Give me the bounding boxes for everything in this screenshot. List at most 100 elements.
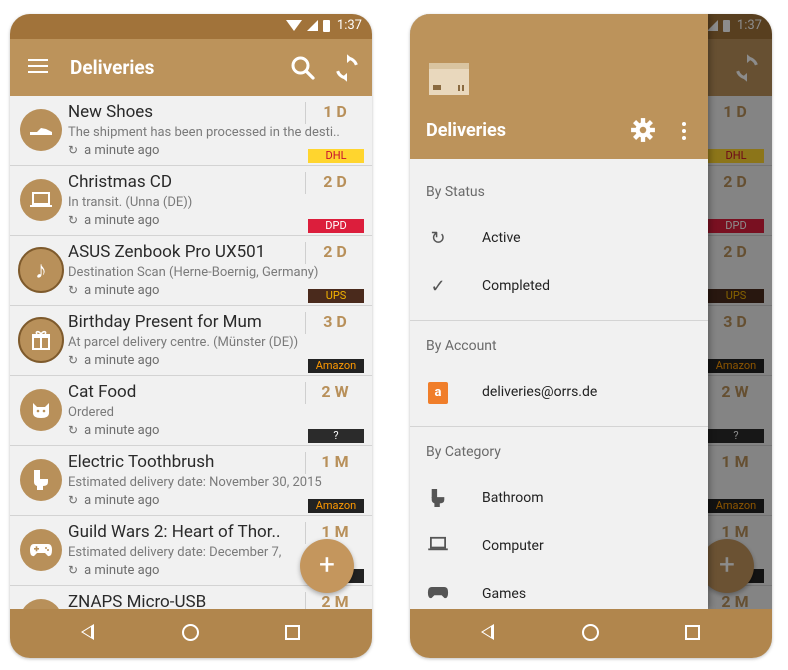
item-status: At parcel delivery centre. (Münster (DE)… (68, 335, 299, 350)
carrier-badge: ? (308, 429, 364, 443)
wifi-icon (285, 20, 302, 31)
cat-icon (20, 389, 62, 431)
menu-icon[interactable] (28, 59, 48, 75)
refresh-icon: ↻ (68, 563, 79, 577)
item-updated: a minute ago (84, 283, 160, 298)
back-icon[interactable] (481, 624, 494, 640)
home-icon[interactable] (182, 624, 199, 641)
item-age: 3 D (323, 312, 347, 331)
music-note-icon: ♪ (18, 247, 64, 293)
sync-icon: ↻ (430, 228, 446, 249)
search-icon[interactable] (288, 53, 318, 83)
drawer-item-account[interactable]: a deliveries@orrs.de (410, 370, 708, 416)
app-title: Deliveries (70, 56, 155, 79)
checkmark-icon: ✓ (430, 276, 446, 297)
refresh-icon: ↻ (68, 493, 79, 507)
item-status: Estimated delivery date: December 7, (68, 545, 282, 560)
app-bar: Deliveries (10, 39, 372, 96)
cable-icon (20, 599, 62, 609)
gamepad-icon (426, 584, 450, 606)
phone-drawer-screen: 1:37 The shipment has been processed in … (410, 14, 772, 658)
toilet-icon (20, 459, 62, 501)
add-delivery-button[interactable]: + (300, 539, 354, 593)
list-item[interactable]: ♪ ASUS Zenbook Pro UX501 Destination Sca… (10, 236, 372, 306)
signal-icon (306, 20, 318, 31)
item-age: 2 D (323, 242, 347, 261)
amazon-icon: a (428, 382, 448, 404)
drawer-item-computer[interactable]: Computer (410, 524, 708, 570)
settings-gear-icon[interactable] (630, 117, 656, 143)
item-title: Birthday Present for Mum (68, 312, 262, 332)
divider (410, 426, 708, 427)
item-status: Destination Scan (Herne-Boernig, Germany… (68, 265, 319, 280)
item-title: ASUS Zenbook Pro UX501 (68, 242, 266, 262)
section-by-category: By Category (426, 444, 501, 460)
item-title: Cat Food (68, 382, 137, 402)
item-status: In transit. (Unna (DE)) (68, 195, 193, 210)
item-updated: a minute ago (84, 213, 160, 228)
item-age: 1 M (321, 452, 349, 471)
item-title: ZNAPS Micro-USB (68, 592, 207, 609)
gift-icon (18, 317, 64, 363)
gamepad-icon (20, 529, 62, 571)
divider (410, 320, 708, 321)
item-title: Electric Toothbrush (68, 452, 215, 472)
carrier-badge: UPS (308, 289, 364, 303)
carrier-badge: Amazon (308, 499, 364, 513)
refresh-icon: ↻ (68, 283, 79, 297)
list-item[interactable]: Birthday Present for Mum At parcel deliv… (10, 306, 372, 376)
toilet-icon (426, 488, 450, 510)
list-item[interactable]: Electric Toothbrush Estimated delivery d… (10, 446, 372, 516)
item-age: 2 M (321, 592, 349, 609)
shoe-icon (20, 109, 62, 151)
list-item[interactable]: Cat Food Ordered ↻ a minute ago 2 W ? (10, 376, 372, 446)
back-icon[interactable] (81, 624, 94, 640)
recents-icon[interactable] (685, 625, 700, 640)
delivery-list: New Shoes The shipment has been processe… (10, 96, 372, 609)
recents-icon[interactable] (285, 625, 300, 640)
item-title: Guild Wars 2: Heart of Thor.. (68, 522, 281, 542)
item-title: New Shoes (68, 102, 154, 122)
drawer-item-games[interactable]: Games (410, 572, 708, 609)
item-age: 2 D (323, 172, 347, 191)
navigation-drawer: Deliveries By Status ↻ Active ✓ Complete… (410, 14, 708, 609)
status-time: 1:37 (336, 18, 362, 33)
refresh-icon: ↻ (68, 423, 79, 437)
item-updated: a minute ago (84, 143, 160, 158)
refresh-icon: ↻ (68, 353, 79, 367)
item-age: 2 W (321, 382, 349, 401)
item-age: 1 M (321, 522, 349, 541)
drawer-item-completed[interactable]: ✓ Completed (410, 264, 708, 310)
battery-icon (322, 19, 330, 32)
item-updated: a minute ago (84, 563, 160, 578)
refresh-icon: ↻ (68, 143, 79, 157)
overflow-menu-icon[interactable] (682, 122, 686, 140)
item-updated: a minute ago (84, 423, 160, 438)
carrier-badge: DPD (308, 219, 364, 233)
section-by-account: By Account (426, 338, 497, 354)
sync-icon[interactable] (332, 53, 362, 83)
item-updated: a minute ago (84, 353, 160, 368)
laptop-icon (426, 536, 450, 558)
section-by-status: By Status (426, 184, 485, 200)
home-icon[interactable] (582, 624, 599, 641)
laptop-icon (20, 179, 62, 221)
drawer-header: Deliveries (410, 14, 708, 159)
list-item[interactable]: Christmas CD In transit. (Unna (DE)) ↻ a … (10, 166, 372, 236)
drawer-item-active[interactable]: ↻ Active (410, 216, 708, 262)
navigation-bar (10, 609, 372, 658)
carrier-badge: DHL (308, 149, 364, 163)
item-age: 1 D (323, 102, 347, 121)
item-status: The shipment has been processed in the d… (68, 125, 340, 140)
status-bar: 1:37 (10, 14, 372, 39)
package-icon (429, 63, 469, 95)
drawer-item-bathroom[interactable]: Bathroom (410, 476, 708, 522)
item-status: Ordered (68, 405, 114, 420)
item-status: Estimated delivery date: November 30, 20… (68, 475, 322, 490)
item-updated: a minute ago (84, 493, 160, 508)
carrier-badge: Amazon (308, 359, 364, 373)
refresh-icon: ↻ (68, 213, 79, 227)
navigation-bar (410, 609, 772, 658)
drawer-title: Deliveries (426, 120, 506, 141)
list-item[interactable]: New Shoes The shipment has been processe… (10, 96, 372, 166)
